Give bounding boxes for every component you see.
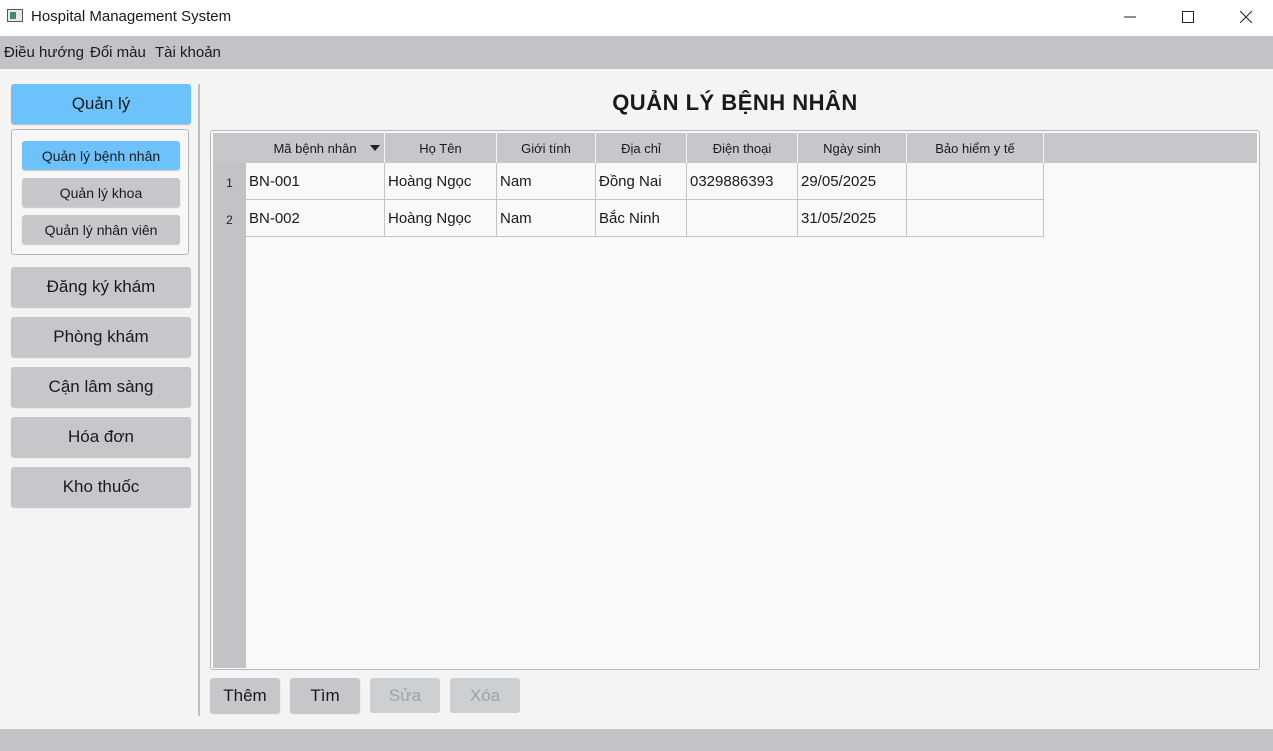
cell-insurance[interactable]	[907, 200, 1044, 237]
row-number: 2	[226, 212, 233, 227]
menu-bar: Điều hướng Đổi màu Tài khoản	[0, 36, 1273, 69]
cell-gender[interactable]: Nam	[497, 163, 596, 200]
column-header-patient-id[interactable]: Mã bệnh nhân	[246, 133, 385, 163]
minimize-button[interactable]	[1101, 0, 1159, 34]
column-header-label: Địa chỉ	[621, 140, 661, 156]
cell-patient-id[interactable]: BN-001	[246, 163, 385, 200]
find-button[interactable]: Tìm	[290, 678, 360, 713]
maximize-icon	[1182, 11, 1194, 23]
column-header-label: Bảo hiểm y tế	[935, 140, 1015, 156]
column-header-gender[interactable]: Giới tính	[497, 133, 596, 163]
menu-navigation[interactable]: Điều hướng	[4, 44, 84, 61]
cell-phone[interactable]: 0329886393	[687, 163, 798, 200]
maximize-button[interactable]	[1159, 0, 1217, 34]
edit-button: Sửa	[370, 678, 440, 713]
minimize-icon	[1124, 16, 1136, 18]
menu-account[interactable]: Tài khoản	[155, 44, 221, 61]
table-row[interactable]: BN-001 Hoàng Ngọc Nam Đồng Nai 032988639…	[246, 163, 1044, 200]
column-header-label: Mã bệnh nhân	[273, 140, 357, 156]
table-row[interactable]: BN-002 Hoàng Ngọc Nam Bắc Ninh 31/05/202…	[246, 200, 1044, 237]
paraclinical-button[interactable]: Cận lâm sàng	[11, 367, 191, 407]
page-title: QUẢN LÝ BỆNH NHÂN	[612, 90, 858, 115]
add-button[interactable]: Thêm	[210, 678, 280, 713]
column-header-address[interactable]: Địa chỉ	[596, 133, 687, 163]
manage-staff-button[interactable]: Quản lý nhân viên	[22, 215, 180, 244]
menu-change-color[interactable]: Đổi màu	[90, 44, 146, 61]
cell-gender[interactable]: Nam	[497, 200, 596, 237]
column-header-label: Họ Tên	[419, 140, 462, 156]
sidebar-divider	[198, 84, 200, 716]
pharmacy-button[interactable]: Kho thuốc	[11, 467, 191, 507]
close-icon	[1240, 11, 1252, 23]
sort-descending-icon	[370, 145, 380, 151]
column-header-label: Giới tính	[521, 140, 571, 156]
column-header-label: Ngày sinh	[823, 140, 881, 156]
cell-insurance[interactable]	[907, 163, 1044, 200]
column-header-phone[interactable]: Điện thoại	[687, 133, 798, 163]
cell-name[interactable]: Hoàng Ngọc	[385, 200, 497, 237]
column-header-insurance[interactable]: Bảo hiểm y tế	[907, 133, 1044, 163]
clinic-button[interactable]: Phòng khám	[11, 317, 191, 357]
manage-departments-button[interactable]: Quản lý khoa	[22, 178, 180, 207]
delete-button: Xóa	[450, 678, 520, 713]
manage-button[interactable]: Quản lý	[11, 84, 191, 124]
status-bar	[0, 729, 1273, 751]
manage-patients-button[interactable]: Quản lý bệnh nhân	[22, 141, 180, 170]
invoice-button[interactable]: Hóa đơn	[11, 417, 191, 457]
column-header-label: Điện thoại	[712, 140, 772, 156]
app-icon	[7, 9, 23, 22]
table-header: Mã bệnh nhân Họ Tên Giới tính Địa chỉ Đi…	[246, 133, 1257, 163]
row-number: 1	[226, 175, 233, 190]
registration-button[interactable]: Đăng ký khám	[11, 267, 191, 307]
cell-address[interactable]: Bắc Ninh	[596, 200, 687, 237]
column-header-name[interactable]: Họ Tên	[385, 133, 497, 163]
cell-birthdate[interactable]: 31/05/2025	[798, 200, 907, 237]
close-button[interactable]	[1217, 0, 1273, 34]
cell-birthdate[interactable]: 29/05/2025	[798, 163, 907, 200]
table-corner	[213, 133, 246, 163]
cell-patient-id[interactable]: BN-002	[246, 200, 385, 237]
cell-name[interactable]: Hoàng Ngọc	[385, 163, 497, 200]
cell-phone[interactable]	[687, 200, 798, 237]
row-number-column	[213, 163, 246, 668]
window-title: Hospital Management System	[31, 8, 232, 25]
patient-table[interactable]: Mã bệnh nhân Họ Tên Giới tính Địa chỉ Đi…	[210, 130, 1260, 670]
title-bar: Hospital Management System	[0, 0, 1273, 36]
cell-address[interactable]: Đồng Nai	[596, 163, 687, 200]
column-header-birthdate[interactable]: Ngày sinh	[798, 133, 907, 163]
